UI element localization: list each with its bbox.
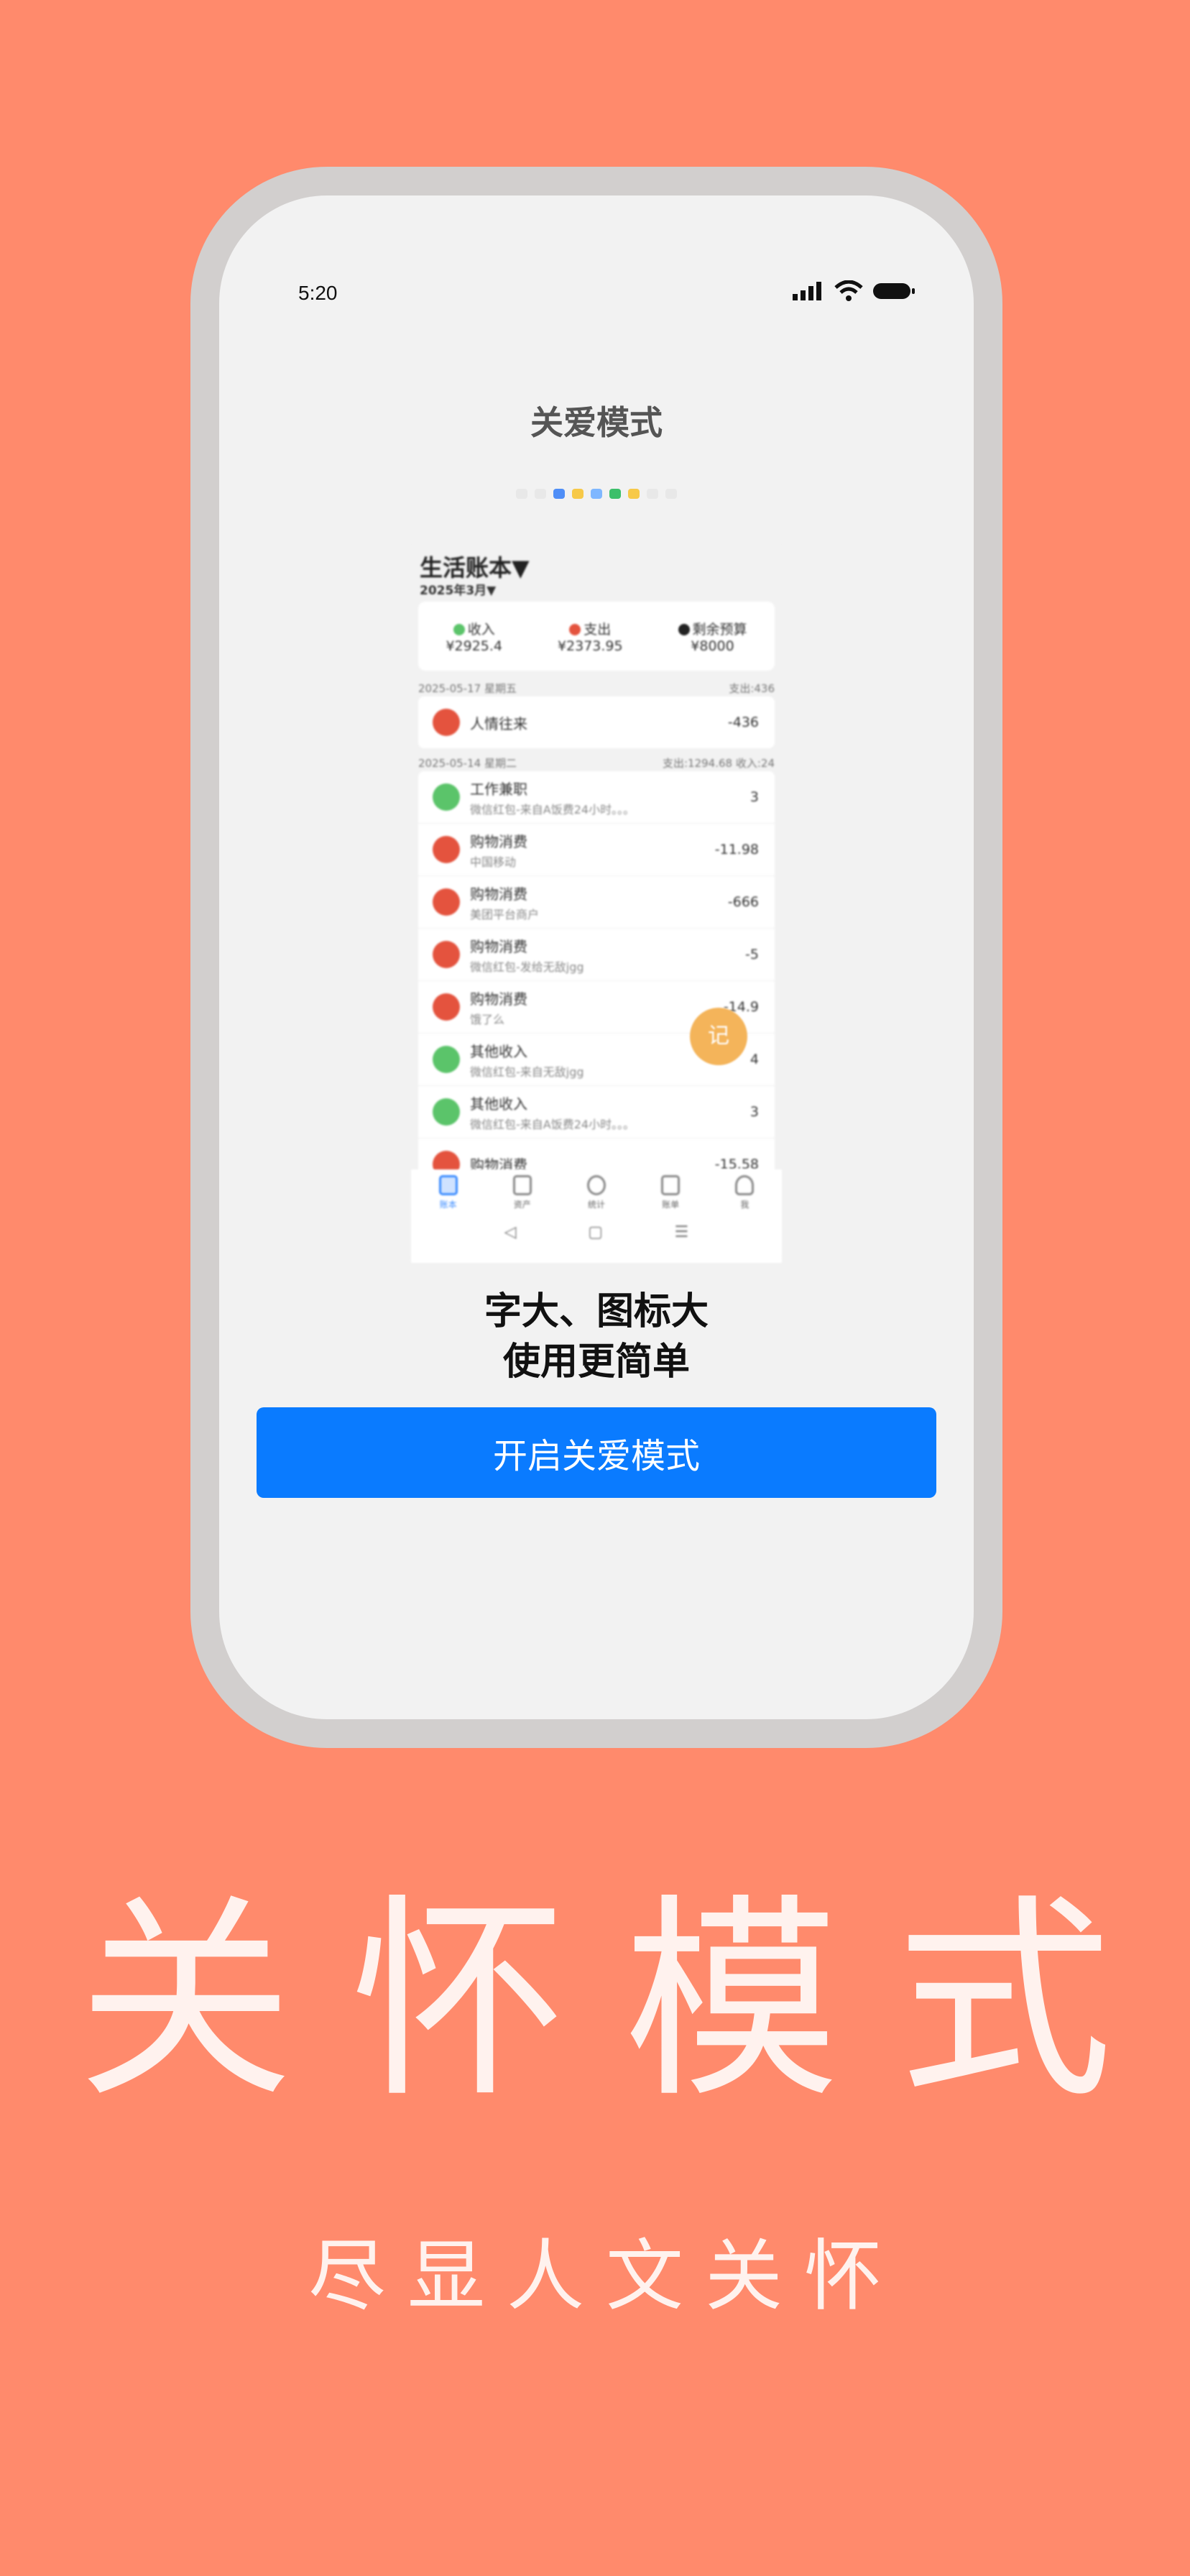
- home-icon: ▢: [588, 1223, 603, 1241]
- list-item: 其他收入 微信红包-来自A饭费24小时。。。 3: [418, 1086, 775, 1138]
- preview-summary-budget: 剩余预算 ¥8000: [678, 619, 747, 654]
- menu-icon: ☰: [674, 1223, 689, 1241]
- wifi-icon: [834, 280, 863, 301]
- mode-preview-image: 生活账本▼ 2025年3月▼ 收入 ¥2925.4 支出 ¥2373.95 剩余…: [411, 544, 782, 1257]
- list-item: 工作兼职 微信红包-来自A饭费24小时。。。 3: [418, 771, 775, 824]
- preview-day-header: 2025-05-14 星期二 支出:1294.68 收入:24: [418, 757, 775, 770]
- status-time: 5:20: [298, 282, 338, 304]
- preview-summary-income: 收入 ¥2925.4: [446, 621, 503, 654]
- shopping-icon: [433, 941, 460, 968]
- preview-bottom-bar: 账本 资产 统计 账单 我 ◁ ▢ ☰: [411, 1169, 782, 1263]
- list-item: 购物消费 微信红包-发给无敌jgg -5: [418, 929, 775, 981]
- phone-screen: 5:20 关爱模式 生活账本▼ 2025年3月▼ 收入 ¥2925.4 支出 ¥…: [219, 196, 974, 1719]
- promo-title: 关怀模式: [78, 1876, 1170, 2127]
- preview-nav: 账本 资产 统计 账单 我: [411, 1169, 782, 1210]
- shopping-icon: [433, 836, 460, 863]
- list-item: 购物消费 中国移动 -11.98: [418, 824, 775, 876]
- category-icon: [433, 1046, 460, 1073]
- preview-nav-item: 账本: [438, 1175, 458, 1210]
- preview-day-card: 工作兼职 微信红包-来自A饭费24小时。。。 3 购物消费 中国移动 -11.98 …: [418, 771, 775, 1191]
- preview-nav-item: 账单: [661, 1175, 681, 1210]
- list-item: 购物消费 美团平台商户 -666: [418, 876, 775, 929]
- promo-subtitle: 尽显人文关怀: [308, 2232, 903, 2322]
- list-item: 人情往来 -436: [418, 696, 775, 748]
- preview-system-nav: ◁ ▢ ☰: [411, 1210, 782, 1241]
- preview-nav-item: 资产: [512, 1175, 532, 1210]
- enable-care-mode-button[interactable]: 开启关爱模式: [257, 1407, 936, 1498]
- preview-nav-item: 统计: [586, 1175, 606, 1210]
- category-icon: [433, 1098, 460, 1126]
- category-icon: [433, 783, 460, 811]
- add-record-fab: 记: [690, 1008, 747, 1065]
- headline-line-1: 字大、图标大: [484, 1290, 709, 1333]
- back-icon: ◁: [504, 1223, 517, 1241]
- headline-line-2: 使用更简单: [502, 1340, 690, 1384]
- tab-indicator: [219, 489, 974, 499]
- preview-book-title: 生活账本▼: [420, 554, 530, 581]
- shopping-icon: [433, 888, 460, 916]
- shopping-icon: [433, 993, 460, 1021]
- preview-summary-expense: 支出 ¥2373.95: [557, 621, 623, 654]
- preview-summary: 收入 ¥2925.4 支出 ¥2373.95 剩余预算 ¥8000: [418, 602, 775, 671]
- preview-nav-item: 我: [735, 1175, 755, 1210]
- status-icons: [793, 280, 916, 302]
- status-bar: 5:20: [219, 196, 974, 304]
- signal-icon: [793, 282, 821, 300]
- preview-day-card: 人情往来 -436: [418, 696, 775, 748]
- preview-day-header: 2025-05-17 星期五 支出:436: [418, 682, 775, 695]
- headline: 字大、图标大 使用更简单: [219, 1287, 974, 1387]
- gift-icon: [433, 709, 460, 736]
- screen-title: 关爱模式: [530, 403, 663, 442]
- preview-month: 2025年3月▼: [420, 584, 497, 598]
- battery-icon: [873, 283, 915, 299]
